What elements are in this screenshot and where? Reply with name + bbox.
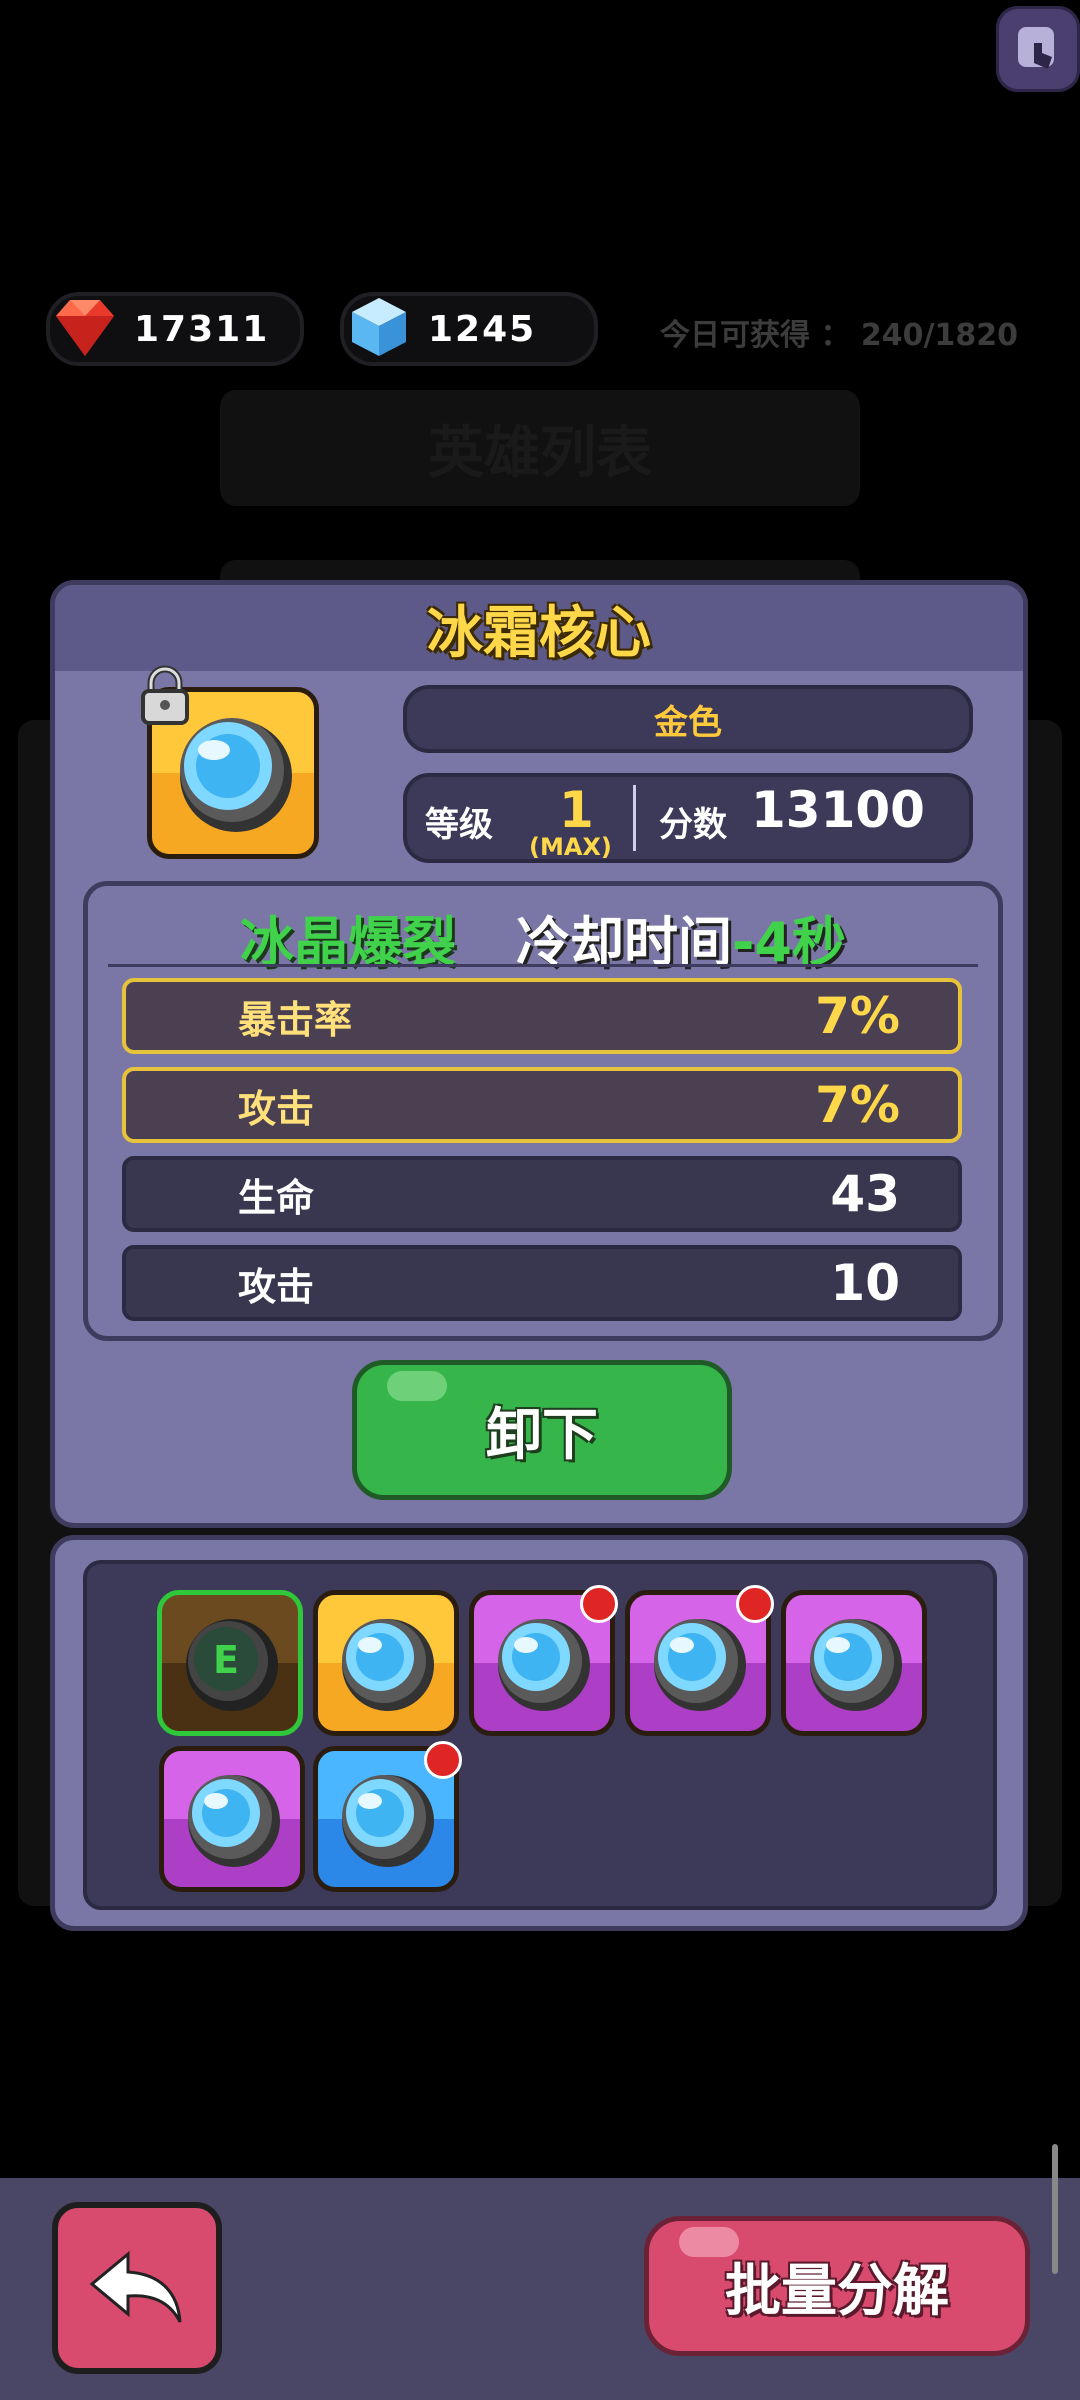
bulk-dismantle-label: 批量分解: [725, 2258, 949, 2324]
cube-counter: 1245: [340, 292, 598, 366]
gem-count: 17311: [134, 308, 270, 350]
score-value: 13100: [751, 781, 925, 839]
stat-row: 暴击率 7%: [122, 978, 962, 1054]
red-gem-icon: [56, 300, 114, 356]
ice-orb-icon: [810, 1619, 902, 1711]
ice-orb-icon: [342, 1619, 434, 1711]
background-tab: 英雄列表: [220, 390, 860, 506]
back-arrow-icon: [89, 2250, 182, 2323]
unequip-button[interactable]: 卸下: [352, 1360, 732, 1500]
effects-box: 冰晶爆裂 冷却时间-4秒 暴击率 7% 攻击 7% 生命 43 攻击 10: [83, 881, 1003, 1341]
inventory-item[interactable]: [313, 1741, 462, 1892]
bulk-dismantle-button[interactable]: 批量分解: [644, 2216, 1030, 2356]
stat-label: 攻击: [238, 1086, 315, 1131]
stat-label: 生命: [238, 1175, 315, 1220]
daily-limit-text: 今日可获得 ： 240/1820: [660, 318, 1018, 353]
hand-tap-icon: [1018, 27, 1054, 69]
gem-counter: 17311: [46, 292, 304, 366]
ice-orb-icon: [188, 1775, 280, 1867]
level-score-pill: 等级 1 (MAX) 分数 13100: [403, 773, 973, 863]
level-max-label: (MAX): [529, 833, 612, 861]
button-shine: [387, 1371, 447, 1401]
stat-row: 生命 43: [122, 1156, 962, 1232]
level-label: 等级: [425, 805, 493, 845]
score-label: 分数: [659, 805, 727, 845]
stat-row: 攻击 7%: [122, 1067, 962, 1143]
divider: [108, 964, 978, 967]
level-value: 1: [559, 781, 594, 839]
lock-icon[interactable]: [137, 665, 193, 727]
inventory-grid: E: [83, 1560, 997, 1910]
corner-menu-button[interactable]: [996, 6, 1080, 92]
scrollbar[interactable]: [1052, 2144, 1058, 2274]
inventory-item[interactable]: [469, 1585, 618, 1736]
equipped-label: E: [213, 1638, 239, 1682]
stat-value: 10: [830, 1254, 900, 1312]
stat-row: 攻击 10: [122, 1245, 962, 1321]
item-title: 冰霜核心: [427, 600, 651, 666]
new-badge-icon: [424, 1741, 462, 1779]
stat-value: 7%: [815, 987, 900, 1045]
inventory-panel: E: [50, 1535, 1028, 1931]
background-tab-title: 英雄列表: [428, 420, 652, 486]
dark-orb-icon: E: [186, 1619, 278, 1711]
back-button[interactable]: [52, 2202, 222, 2374]
new-badge-icon: [736, 1585, 774, 1623]
blue-ice-cube-icon: [352, 298, 406, 356]
stat-value: 43: [830, 1165, 900, 1223]
stat-value: 7%: [815, 1076, 900, 1134]
stat-label: 攻击: [238, 1264, 315, 1309]
equipped-item-slot[interactable]: E: [157, 1590, 303, 1736]
divider: [633, 785, 636, 851]
rarity-label: 金色: [654, 702, 722, 743]
inventory-item[interactable]: [159, 1746, 305, 1892]
rarity-pill: 金色: [403, 685, 973, 753]
item-detail-modal: 冰霜核心 金色 等级 1 (MAX) 分数 13100 冰晶爆裂 冷却时间-4秒: [50, 580, 1028, 1528]
modal-header: 冰霜核心: [55, 585, 1023, 671]
button-shine: [679, 2227, 739, 2257]
new-badge-icon: [580, 1585, 618, 1623]
inventory-item[interactable]: [625, 1585, 774, 1736]
cube-count: 1245: [428, 308, 537, 350]
inventory-item[interactable]: [313, 1590, 459, 1736]
inventory-item[interactable]: [781, 1590, 927, 1736]
unequip-label: 卸下: [486, 1402, 598, 1468]
stat-label: 暴击率: [238, 997, 353, 1042]
